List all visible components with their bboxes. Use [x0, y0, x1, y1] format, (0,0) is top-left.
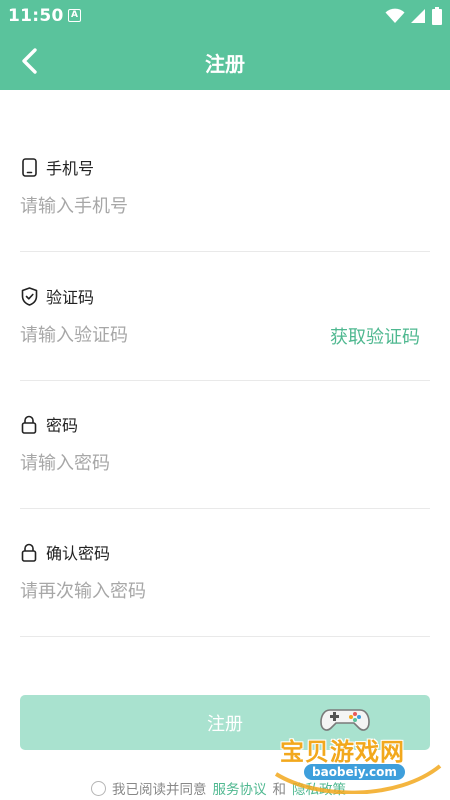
code-field: 验证码 获取验证码 [20, 284, 430, 381]
system-icons [385, 7, 442, 29]
lock-icon [20, 542, 38, 562]
shield-check-icon [20, 286, 38, 306]
password-field: 密码 [20, 412, 430, 509]
notification-icon: A [68, 9, 81, 22]
confirm-password-field: 确认密码 [20, 540, 430, 637]
gamepad-icon [320, 709, 370, 731]
battery-icon [432, 7, 442, 29]
phone-field: 手机号 [20, 155, 430, 252]
signal-icon [411, 8, 426, 28]
app-bar: 注册 [0, 32, 450, 90]
service-agreement-link[interactable]: 服务协议 [213, 778, 267, 798]
page-title: 注册 [205, 52, 245, 76]
status-bar: 11:50 A [0, 0, 450, 32]
confirm-password-input[interactable] [20, 576, 300, 606]
code-label: 验证码 [46, 288, 95, 307]
watermark: 宝贝游戏网 baobeiy.com [268, 704, 448, 796]
confirm-password-label: 确认密码 [46, 544, 111, 563]
phone-input[interactable] [20, 191, 300, 221]
get-code-button[interactable]: 获取验证码 [330, 323, 420, 349]
watermark-text: 宝贝游戏网 [280, 738, 405, 766]
agree-checkbox[interactable] [91, 780, 106, 796]
watermark-url: baobeiy.com [304, 764, 405, 780]
status-time: 11:50 [8, 6, 64, 26]
password-input[interactable] [20, 448, 300, 478]
password-label: 密码 [46, 416, 79, 435]
phone-icon [20, 157, 38, 177]
lock-icon [20, 414, 38, 434]
code-input[interactable] [20, 320, 300, 350]
agreement-prefix: 我已阅读并同意 [112, 782, 207, 798]
wifi-icon [385, 8, 405, 28]
phone-label: 手机号 [46, 159, 95, 178]
